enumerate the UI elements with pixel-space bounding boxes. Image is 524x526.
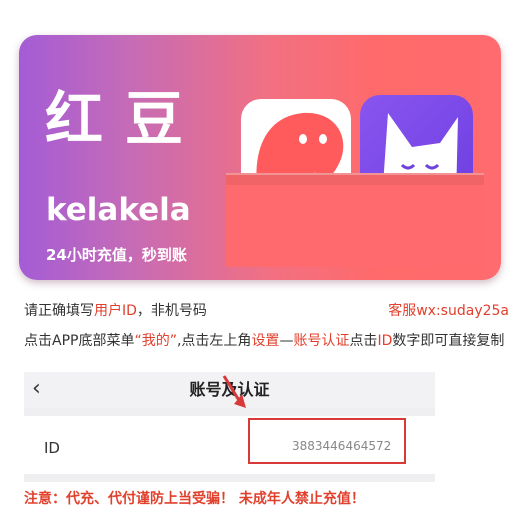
instruction-text: 点击 [349, 333, 378, 349]
customer-service-contact: 客服wx:suday25a [388, 303, 509, 319]
account-verify-highlight: 账号认证 [293, 333, 350, 349]
instruction-text: 点击APP底部菜单 [24, 333, 135, 349]
promo-banner: 红豆 kelakela 24小时充值，秒到账 [19, 35, 501, 280]
settings-highlight: 设置 [251, 333, 280, 349]
instruction-text: ,点击左上角 [176, 333, 252, 349]
brand-title-cn: 红豆 [45, 85, 206, 153]
instruction-text: 请正确填写 [24, 303, 94, 319]
id-highlight: ID [377, 333, 393, 349]
instruction-text: — [279, 333, 294, 349]
user-id-instruction: 请正确填写用户ID，非机号码 [24, 302, 207, 320]
id-label: ID [44, 439, 60, 457]
user-id-highlight: 用户ID [94, 303, 137, 319]
brand-title-en: kelakela [46, 192, 191, 228]
menu-mine-highlight: “我的” [134, 333, 177, 349]
instruction-text: ，非机号码 [136, 303, 207, 319]
pocket-overlay [226, 173, 484, 267]
banner-subtitle: 24小时充值，秒到账 [46, 246, 187, 264]
fraud-warning: 注意：代充、代付谨防上当受骗！ 未成年人禁止充值！ [24, 491, 365, 507]
pocket-shadow [226, 173, 484, 185]
copy-id-instruction: 点击APP底部菜单“我的”,点击左上角设置—账号认证点击ID数字即可直接复制 [24, 332, 510, 351]
instruction-text: 数字即可直接复制 [392, 333, 505, 349]
account-settings-screenshot: ‹ 账号及认证 ID 3883446464572 [24, 372, 435, 482]
id-value: 3883446464572 [292, 439, 392, 453]
red-arrow-icon [222, 375, 246, 408]
